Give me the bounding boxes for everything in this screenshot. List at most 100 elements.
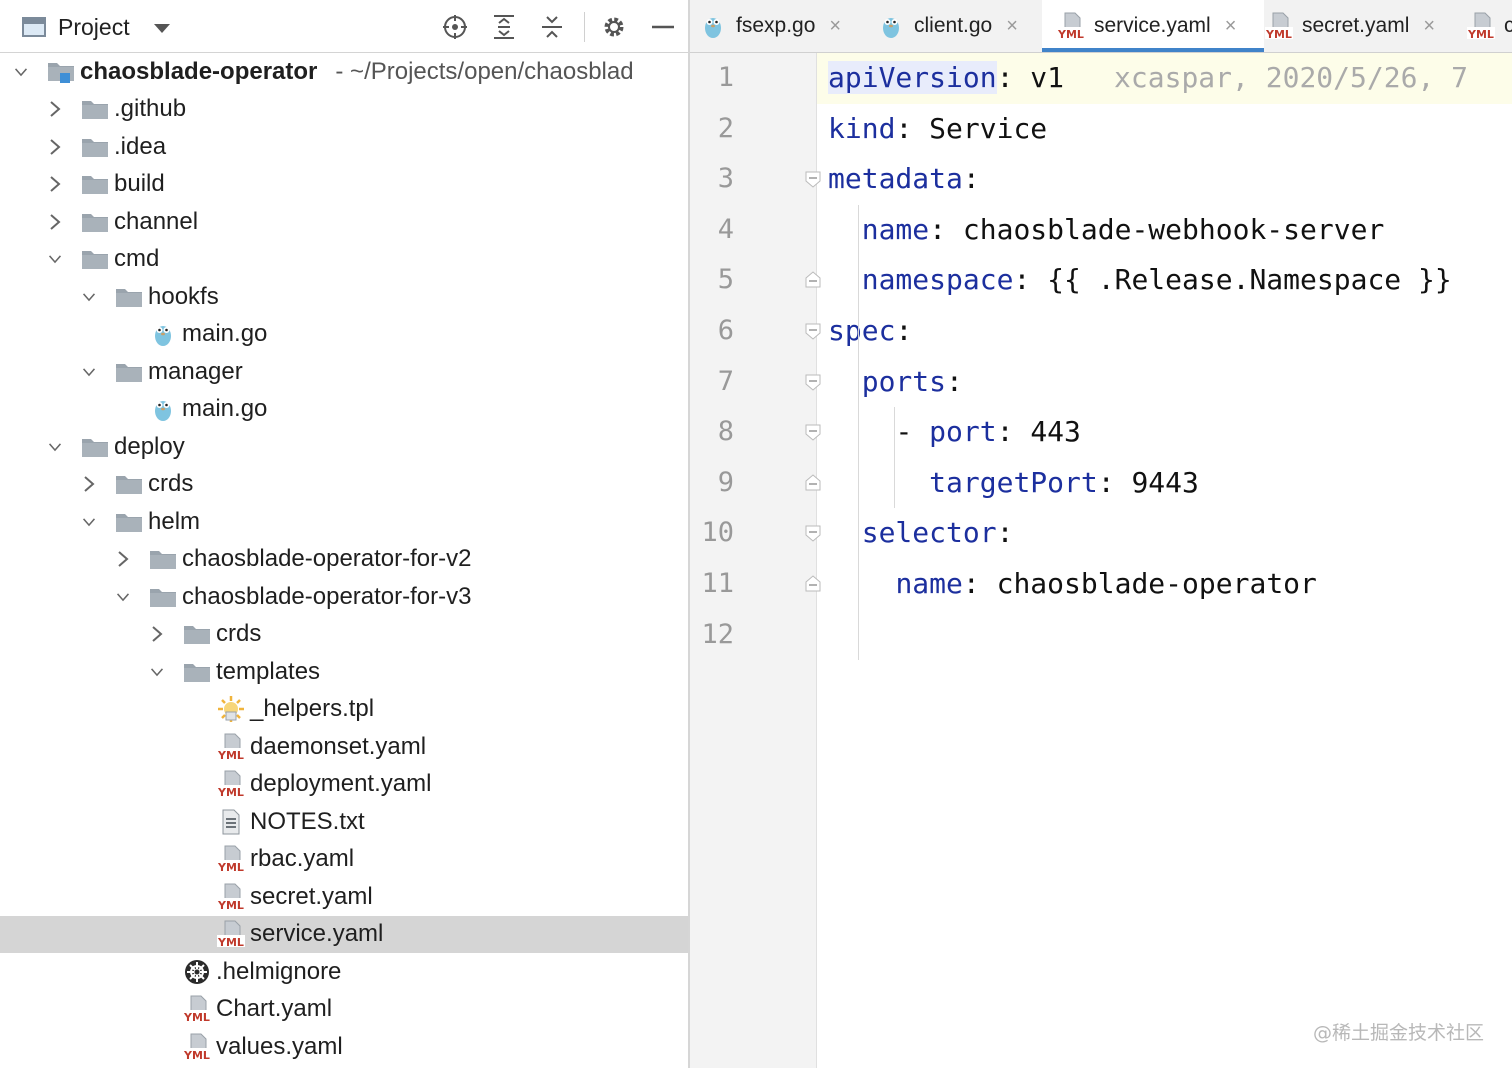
tree-row[interactable]: hookfs bbox=[0, 278, 688, 316]
chevron-down-icon[interactable] bbox=[14, 65, 28, 79]
tree-row[interactable]: channel bbox=[0, 203, 688, 241]
tree-row[interactable]: YML rbac.yaml bbox=[0, 841, 688, 879]
yaml-file-icon: YML bbox=[216, 770, 246, 798]
tree-row[interactable]: chaosblade-operator - ~/Projects/open/cha… bbox=[0, 53, 688, 91]
yaml-file-icon: YML bbox=[1466, 12, 1496, 40]
close-icon[interactable]: × bbox=[1423, 15, 1435, 38]
svg-text:YML: YML bbox=[217, 861, 244, 873]
chevron-down-icon[interactable] bbox=[116, 590, 130, 604]
folder-icon bbox=[148, 584, 178, 610]
tree-row[interactable]: chaosblade-operator-for-v3 bbox=[0, 578, 688, 616]
tree-row[interactable]: YML Chart.yaml bbox=[0, 991, 688, 1029]
chevron-right-icon[interactable] bbox=[116, 551, 130, 568]
chevron-down-icon[interactable] bbox=[150, 665, 164, 679]
editor-tab-label: client.go bbox=[914, 14, 993, 37]
editor-tab[interactable]: YML secret.yaml × bbox=[1264, 0, 1454, 52]
code-line: targetPort: 9443 bbox=[828, 458, 1199, 508]
svg-text:YML: YML bbox=[183, 1049, 210, 1061]
chevron-right-icon[interactable] bbox=[150, 626, 164, 643]
code-line: spec: bbox=[828, 306, 912, 356]
chevron-down-icon[interactable] bbox=[153, 23, 170, 33]
folder-icon bbox=[80, 134, 110, 160]
fold-close-icon[interactable] bbox=[804, 271, 822, 289]
tree-item-label: Chart.yaml bbox=[216, 995, 333, 1023]
tree-item-label: cmd bbox=[114, 245, 160, 273]
editor-tab[interactable]: YML c bbox=[1466, 0, 1512, 52]
code-line: namespace: {{ .Release.Namespace }} bbox=[828, 255, 1452, 305]
tree-row[interactable]: crds bbox=[0, 466, 688, 504]
fold-open-icon[interactable] bbox=[804, 423, 822, 441]
tree-row[interactable]: templates bbox=[0, 653, 688, 691]
fold-open-icon[interactable] bbox=[804, 373, 822, 391]
editor-tab[interactable]: client.go × bbox=[876, 0, 1036, 52]
chevron-down-icon[interactable] bbox=[82, 290, 96, 304]
chevron-down-icon[interactable] bbox=[82, 515, 96, 529]
line-number: 5 bbox=[717, 264, 734, 296]
yaml-list-dash: - bbox=[895, 415, 930, 449]
fold-open-icon[interactable] bbox=[804, 170, 822, 188]
chevron-right-icon[interactable] bbox=[48, 176, 62, 193]
crosshair-icon[interactable] bbox=[440, 12, 470, 42]
collapse-all-icon[interactable] bbox=[537, 12, 567, 42]
text-file-icon bbox=[216, 809, 246, 835]
tree-row[interactable]: crds bbox=[0, 616, 688, 654]
chevron-down-icon[interactable] bbox=[48, 440, 62, 454]
line-number: 3 bbox=[717, 163, 734, 195]
tree-row[interactable]: _helpers.tpl bbox=[0, 691, 688, 729]
minimize-icon[interactable] bbox=[648, 12, 678, 42]
expand-all-icon[interactable] bbox=[489, 12, 519, 42]
chevron-right-icon[interactable] bbox=[48, 213, 62, 230]
tree-row[interactable]: YML secret.yaml bbox=[0, 878, 688, 916]
gear-icon[interactable] bbox=[599, 12, 629, 42]
chevron-down-icon[interactable] bbox=[48, 252, 62, 266]
chevron-right-icon[interactable] bbox=[48, 101, 62, 118]
chevron-down-icon[interactable] bbox=[82, 365, 96, 379]
tree-row[interactable]: chaosblade-operator-for-v2 bbox=[0, 541, 688, 579]
tree-row[interactable]: deploy bbox=[0, 428, 688, 466]
tree-row[interactable]: helm bbox=[0, 503, 688, 541]
tree-item-label: daemonset.yaml bbox=[250, 732, 427, 760]
tree-row[interactable]: YML service.yaml bbox=[0, 915, 688, 953]
yaml-file-icon: YML bbox=[182, 995, 212, 1023]
folder-icon bbox=[114, 359, 144, 385]
yaml-colon: : bbox=[996, 61, 1014, 94]
tree-row[interactable]: main.go bbox=[0, 316, 688, 354]
fold-close-icon[interactable] bbox=[804, 575, 822, 593]
tree-row[interactable]: YML values.yaml bbox=[0, 1028, 688, 1066]
fold-close-icon[interactable] bbox=[804, 474, 822, 492]
tree-row[interactable]: YML deployment.yaml bbox=[0, 766, 688, 804]
close-icon[interactable]: × bbox=[1225, 15, 1237, 38]
yaml-key: apiVersion bbox=[828, 61, 997, 94]
yaml-key: kind bbox=[828, 111, 896, 145]
chevron-right-icon[interactable] bbox=[48, 138, 62, 155]
tree-item-label: deployment.yaml bbox=[250, 770, 432, 798]
tree-item-label: .github bbox=[114, 95, 187, 123]
yaml-file-icon: YML bbox=[216, 733, 246, 761]
yaml-file-icon: YML bbox=[216, 845, 246, 873]
tree-row[interactable]: .helmignore bbox=[0, 953, 688, 991]
tree-row[interactable]: .github bbox=[0, 91, 688, 129]
tree-row[interactable]: main.go bbox=[0, 391, 688, 429]
tree-item-label: main.go bbox=[182, 395, 268, 423]
yaml-file-icon: YML bbox=[216, 920, 246, 948]
tree-row[interactable]: YML daemonset.yaml bbox=[0, 728, 688, 766]
chevron-right-icon[interactable] bbox=[82, 476, 96, 493]
project-view-selector[interactable]: Project bbox=[22, 12, 170, 42]
fold-open-icon[interactable] bbox=[804, 322, 822, 340]
tree-row[interactable]: cmd bbox=[0, 241, 688, 279]
tree-row[interactable]: .idea bbox=[0, 128, 688, 166]
tree-row[interactable]: manager bbox=[0, 353, 688, 391]
tree-row[interactable]: NOTES.txt bbox=[0, 803, 688, 841]
editor-tab[interactable]: fsexp.go × bbox=[698, 0, 858, 52]
close-icon[interactable]: × bbox=[829, 15, 841, 38]
yaml-key: targetPort bbox=[929, 465, 1098, 499]
close-icon[interactable]: × bbox=[1006, 15, 1018, 38]
fold-open-icon[interactable] bbox=[804, 524, 822, 543]
tree-row[interactable]: build bbox=[0, 166, 688, 204]
tree-item-label: channel bbox=[114, 207, 199, 235]
tree-item-label: _helpers.tpl bbox=[250, 695, 375, 723]
editor-tab[interactable]: YML service.yaml × bbox=[1042, 0, 1264, 52]
yaml-key: ports bbox=[861, 364, 947, 398]
